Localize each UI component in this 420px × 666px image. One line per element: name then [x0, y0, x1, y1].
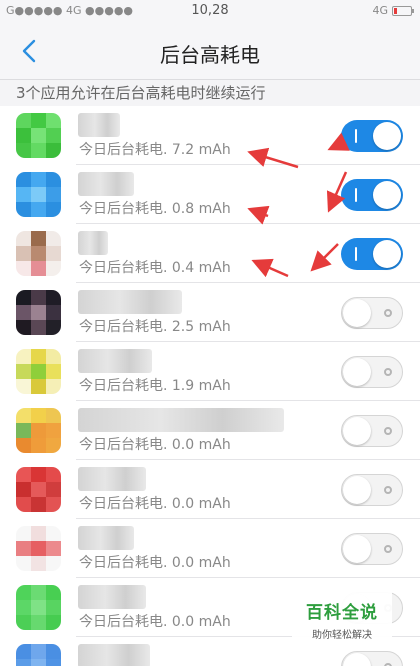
list-item: 今日后台耗电. 1.9 mAh [0, 342, 420, 401]
usage-text: 今日后台耗电. 1.9 mAh [79, 378, 231, 394]
background-toggle[interactable] [341, 356, 403, 388]
background-toggle[interactable] [341, 297, 403, 329]
background-toggle[interactable] [341, 533, 403, 565]
page-title: 后台高耗电 [160, 43, 260, 67]
background-toggle[interactable] [341, 651, 403, 666]
title-bar: 后台高耗电 [0, 22, 420, 80]
list-item: 今日后台耗电. 0.0 mAh [0, 401, 420, 460]
watermark-subtitle: 助你轻松解决 [312, 630, 372, 641]
toggle-knob [343, 535, 371, 563]
toggle-knob [373, 240, 401, 268]
app-name-blurred [78, 290, 182, 314]
background-toggle[interactable] [341, 238, 403, 270]
app-name-blurred [78, 526, 134, 550]
background-toggle[interactable] [341, 474, 403, 506]
app-icon [16, 113, 61, 158]
app-icon [16, 585, 61, 630]
toggle-on-mark [355, 129, 357, 143]
toggle-off-mark [384, 309, 392, 317]
app-icon [16, 644, 61, 666]
toggle-knob [343, 417, 371, 445]
battery-icon [392, 5, 414, 16]
app-icon [16, 526, 61, 571]
toggle-off-mark [384, 545, 392, 553]
app-name-blurred [78, 172, 134, 196]
usage-text: 今日后台耗电. 0.4 mAh [79, 260, 231, 276]
list-item: 今日后台耗电. 0.0 mAh [0, 519, 420, 578]
usage-text: 今日后台耗电. 0.0 mAh [79, 437, 231, 453]
toggle-off-mark [384, 486, 392, 494]
section-header: 3个应用允许在后台高耗电时继续运行 [16, 84, 266, 102]
app-icon [16, 231, 61, 276]
toggle-on-mark [355, 247, 357, 261]
usage-text: 今日后台耗电. 0.0 mAh [79, 555, 231, 571]
list-item: 今日后台耗电. 2.5 mAh [0, 283, 420, 342]
usage-text: 今日后台耗电. 0.0 mAh [79, 496, 231, 512]
background-toggle[interactable] [341, 179, 403, 211]
app-list: 今日后台耗电. 7.2 mAh 今日后台耗电. 0.8 mAh 今日后台耗电. 0.… [0, 106, 420, 666]
app-name-blurred [78, 349, 152, 373]
app-name-blurred [78, 408, 284, 432]
background-toggle[interactable] [341, 120, 403, 152]
list-item: 今日后台耗电. 0.8 mAh [0, 165, 420, 224]
toggle-knob [343, 476, 371, 504]
app-name-blurred [78, 644, 150, 666]
toggle-knob [373, 122, 401, 150]
toggle-knob [343, 358, 371, 386]
app-name-blurred [78, 113, 120, 137]
app-icon [16, 408, 61, 453]
watermark-title: 百科全说 [306, 603, 378, 623]
status-right: 4G [372, 4, 414, 17]
toggle-knob [373, 181, 401, 209]
status-time: 10,28 [191, 3, 229, 18]
list-item: 今日后台耗电. 0.0 mAh [0, 460, 420, 519]
app-icon [16, 172, 61, 217]
app-name-blurred [78, 585, 146, 609]
network-label: 4G [372, 4, 388, 17]
app-name-blurred [78, 467, 146, 491]
app-name-blurred [78, 231, 108, 255]
watermark-logo: 百科全说 助你轻松解决 [292, 590, 392, 646]
app-icon [16, 467, 61, 512]
usage-text: 今日后台耗电. 7.2 mAh [79, 142, 231, 158]
toggle-on-mark [355, 188, 357, 202]
background-toggle[interactable] [341, 415, 403, 447]
usage-text: 今日后台耗电. 0.0 mAh [79, 614, 231, 630]
app-icon [16, 290, 61, 335]
toggle-knob [343, 653, 371, 666]
usage-text: 今日后台耗电. 2.5 mAh [79, 319, 231, 335]
toggle-off-mark [384, 368, 392, 376]
status-bar: G●●●●● 4G ●●●●● 10,28 4G [0, 0, 420, 22]
list-item: 今日后台耗电. 0.4 mAh [0, 224, 420, 283]
toggle-off-mark [384, 427, 392, 435]
list-item: 今日后台耗电. 7.2 mAh [0, 106, 420, 165]
usage-text: 今日后台耗电. 0.8 mAh [79, 201, 231, 217]
app-icon [16, 349, 61, 394]
toggle-knob [343, 299, 371, 327]
